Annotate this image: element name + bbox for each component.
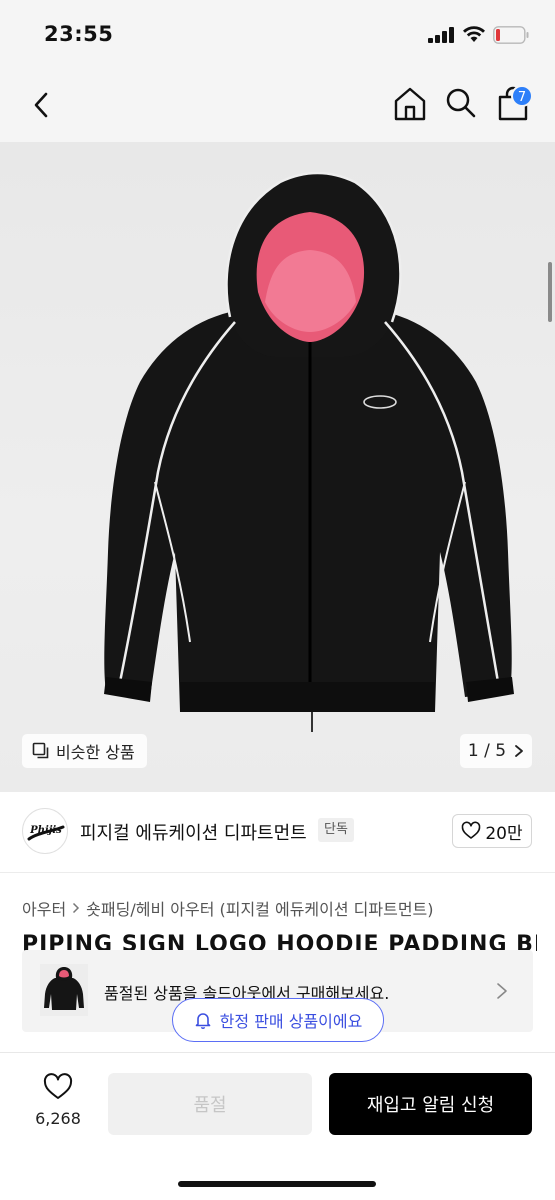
back-arrow-icon[interactable]	[28, 90, 56, 120]
cart-count-badge: 7	[511, 85, 533, 107]
bottom-action-bar: 6,268 품절 재입고 알림 신청	[0, 1052, 555, 1200]
product-image	[104, 172, 514, 732]
heart-outline-icon	[43, 1073, 73, 1099]
brand-name[interactable]: 피지컬 에듀케이션 디파트먼트	[80, 819, 307, 845]
brand-row: Phijis 피지컬 에듀케이션 디파트먼트 단독 20만	[0, 800, 555, 862]
heart-outline-icon	[462, 821, 481, 839]
scrollbar-thumb[interactable]	[548, 262, 552, 322]
exclusive-tag: 단독	[318, 818, 354, 842]
restock-alert-button[interactable]: 재입고 알림 신청	[329, 1073, 532, 1135]
pager-text: 1 / 5	[467, 741, 507, 761]
chevron-right-icon	[515, 745, 523, 757]
soldout-button: 품절	[108, 1073, 312, 1135]
breadcrumb-item-outer[interactable]: 아우터	[22, 896, 66, 920]
similar-products-icon	[32, 742, 49, 759]
bell-icon	[195, 1013, 210, 1029]
brand-like-button[interactable]: 20만	[452, 814, 532, 848]
home-indicator	[178, 1181, 376, 1187]
svg-text:Phijis: Phijis	[29, 825, 62, 836]
cellular-signal-icon	[428, 27, 454, 43]
brand-like-count: 20만	[485, 823, 523, 844]
search-icon[interactable]	[445, 86, 477, 120]
limited-sale-pill: 한정 판매 상품이에요	[172, 998, 384, 1042]
similar-products-label: 비슷한 상품	[56, 743, 135, 762]
brand-logo[interactable]: Phijis	[22, 808, 68, 854]
product-image-gallery[interactable]: 비슷한 상품 1 / 5	[0, 142, 555, 792]
divider	[0, 872, 555, 873]
chevron-right-icon	[73, 902, 80, 914]
status-bar: 23:55	[0, 0, 555, 70]
chevron-right-icon	[497, 983, 507, 999]
home-icon[interactable]	[393, 86, 427, 122]
image-pager[interactable]: 1 / 5	[460, 734, 532, 768]
nav-bar	[0, 70, 555, 142]
limited-sale-text: 한정 판매 상품이에요	[219, 1012, 363, 1031]
banner-thumbnail	[40, 964, 88, 1016]
brand-logo-image: Phijis	[27, 825, 65, 841]
battery-icon	[493, 26, 529, 44]
similar-products-button[interactable]: 비슷한 상품	[22, 734, 147, 768]
wishlist-button[interactable]: 6,268	[28, 1073, 88, 1128]
status-time: 23:55	[44, 22, 114, 46]
wishlist-count: 6,268	[35, 1109, 81, 1128]
breadcrumb-item-short-padding[interactable]: 숏패딩/헤비 아우터 (피지컬 에듀케이션 디파트먼트)	[86, 896, 433, 920]
wifi-icon	[463, 26, 485, 42]
breadcrumb: 아우터 숏패딩/헤비 아우터 (피지컬 에듀케이션 디파트먼트)	[22, 896, 434, 920]
